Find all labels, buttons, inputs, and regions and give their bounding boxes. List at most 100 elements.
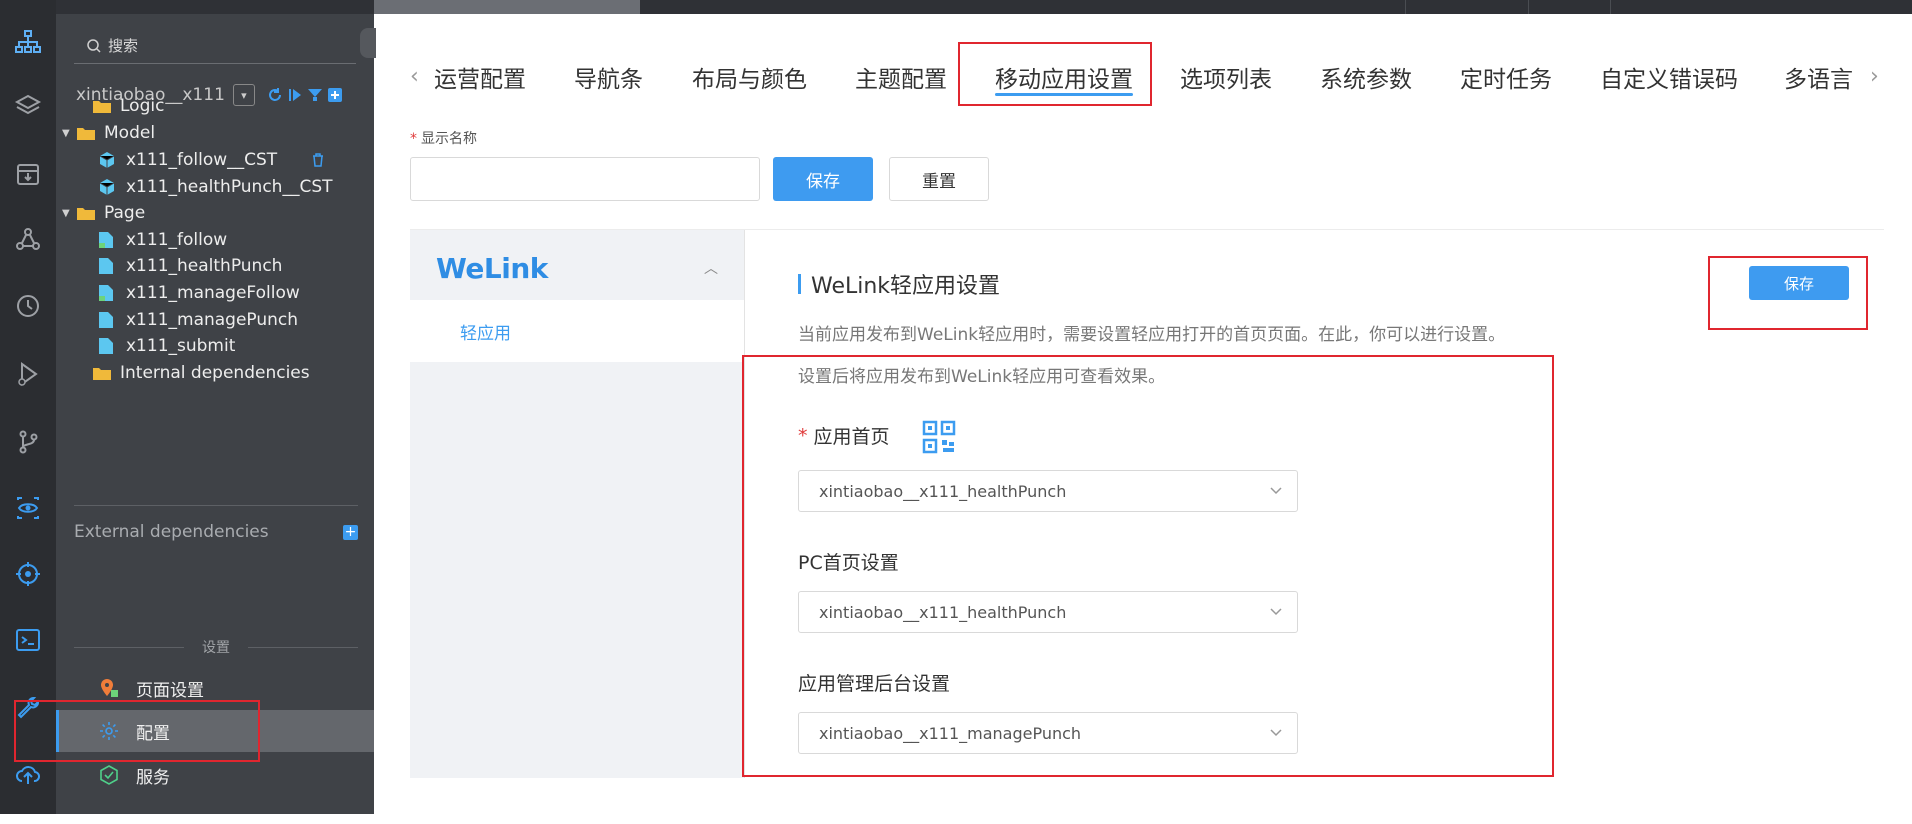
branch-icon[interactable] — [12, 426, 44, 458]
search-input[interactable]: 搜索 — [74, 28, 356, 64]
add-icon[interactable] — [327, 87, 343, 103]
description-line-1: 当前应用发布到WeLink轻应用时，需要设置轻应用打开的首页页面。在此，你可以进… — [798, 325, 1506, 345]
panel-divider — [744, 230, 745, 778]
menu-label: 配置 — [136, 723, 170, 744]
tree-folder-internal-deps[interactable]: Internal dependencies — [78, 359, 310, 387]
tab-navbar[interactable]: 导航条 — [574, 60, 643, 94]
filter-icon[interactable] — [307, 87, 323, 103]
select-value: xintiaobao__x111_managePunch — [819, 723, 1082, 743]
service-hex-icon — [98, 764, 120, 786]
welink-group-header[interactable]: WeLink ︿ — [410, 230, 744, 300]
home-page-select[interactable]: xintiaobao__x111_healthPunch — [798, 470, 1298, 512]
cube-icon — [98, 150, 120, 170]
structure-icon[interactable] — [12, 26, 44, 58]
tab-system-params[interactable]: 系统参数 — [1320, 60, 1412, 94]
page-file-icon — [98, 256, 120, 276]
tree-folder-logic[interactable]: Logic — [78, 92, 164, 120]
top-strip-divider — [1405, 0, 1406, 14]
display-name-input[interactable] — [410, 157, 760, 201]
caret-down-icon[interactable]: ▼ — [62, 208, 76, 219]
menu-page-settings[interactable]: 页面设置 — [56, 667, 374, 709]
search-icon — [87, 38, 101, 53]
refresh-icon[interactable] — [267, 87, 283, 103]
description-line-2: 设置后将应用发布到WeLink轻应用可查看效果。 — [798, 367, 1166, 387]
run-icon[interactable] — [287, 87, 303, 103]
tree-model-follow[interactable]: x111_follow__CST — [98, 146, 325, 174]
add-dependency-icon[interactable]: + — [343, 524, 358, 540]
tree-page-managepunch[interactable]: x111_managePunch — [98, 306, 298, 334]
caret-down-icon[interactable]: ▼ — [62, 128, 76, 139]
tab-option-list[interactable]: 选项列表 — [1180, 60, 1272, 94]
icon-rail — [0, 0, 56, 814]
chevron-down-icon — [1270, 487, 1282, 495]
layers-icon[interactable] — [12, 90, 44, 122]
wrench-icon[interactable] — [12, 692, 44, 724]
tree-page-healthpunch[interactable]: x111_healthPunch — [98, 252, 282, 280]
menu-service[interactable]: 服务 — [56, 754, 374, 796]
platform-nav-panel: WeLink ︿ 轻应用 — [410, 230, 744, 778]
search-placeholder: 搜索 — [108, 37, 139, 55]
tree-model-healthpunch[interactable]: x111_healthPunch__CST — [98, 173, 333, 201]
project-sidebar: 搜索 xintiaobao__x111 ▾ Logic ▼ Model x111… — [56, 14, 376, 814]
settings-section-header: 设置 — [74, 637, 358, 657]
admin-backend-select[interactable]: xintiaobao__x111_managePunch — [798, 712, 1298, 754]
chevron-up-icon[interactable]: ︿ — [704, 258, 718, 278]
pc-home-select[interactable]: xintiaobao__x111_healthPunch — [798, 591, 1298, 633]
debug-run-icon[interactable] — [12, 358, 44, 390]
select-value: xintiaobao__x111_healthPunch — [819, 481, 1067, 501]
nav-item-light-app[interactable]: 轻应用 — [410, 300, 744, 362]
tab-custom-error-codes[interactable]: 自定义错误码 — [1600, 60, 1738, 94]
tab-multilanguage[interactable]: 多语言 — [1784, 60, 1853, 94]
tabs-scroll-right-icon[interactable]: › — [1870, 64, 1879, 89]
trash-icon[interactable] — [311, 153, 325, 167]
terminal-icon[interactable] — [12, 624, 44, 656]
cloud-upload-icon[interactable] — [12, 758, 44, 790]
top-strip-divider — [1528, 0, 1529, 14]
tab-mobile-app-settings[interactable]: 移动应用设置 — [995, 60, 1133, 94]
top-strip — [0, 0, 1912, 14]
tab-theme-config[interactable]: 主题配置 — [855, 60, 947, 94]
target-icon[interactable] — [12, 558, 44, 590]
tab-layout-color[interactable]: 布局与颜色 — [692, 60, 807, 94]
tree-label: x111_healthPunch__CST — [126, 177, 333, 197]
tree-label: Logic — [120, 96, 165, 116]
select-value: xintiaobao__x111_healthPunch — [819, 602, 1067, 622]
tab-operation-config[interactable]: 运营配置 — [434, 60, 526, 94]
reset-button[interactable]: 重置 — [889, 157, 989, 201]
admin-backend-label: 应用管理后台设置 — [798, 673, 951, 695]
tree-label: x111_managePunch — [126, 310, 299, 330]
nodes-icon[interactable] — [12, 224, 44, 256]
tree-page-follow[interactable]: x111_follow — [98, 226, 227, 254]
active-tab-indicator — [995, 93, 1133, 96]
tree-label: Internal dependencies — [120, 363, 310, 383]
top-strip-divider — [1610, 0, 1611, 14]
location-pin-icon — [98, 677, 120, 699]
collapse-sidebar-handle[interactable] — [360, 28, 376, 58]
tab-scheduled-tasks[interactable]: 定时任务 — [1460, 60, 1552, 94]
tree-label: x111_manageFollow — [126, 283, 300, 303]
tabs-scroll-left-icon[interactable]: ‹ — [410, 64, 419, 89]
tree-page-submit[interactable]: x111_submit — [98, 332, 235, 360]
pc-home-label: PC首页设置 — [798, 552, 899, 574]
tree-folder-page[interactable]: ▼ Page — [62, 199, 145, 227]
external-dependencies[interactable]: External dependencies + — [74, 522, 358, 542]
preview-eye-icon[interactable] — [12, 492, 44, 524]
page-file-icon — [98, 283, 120, 303]
tree-label: x111_follow — [126, 230, 228, 250]
tree-label: x111_submit — [126, 336, 236, 356]
menu-config[interactable]: 配置 — [56, 710, 374, 752]
qr-code-icon[interactable] — [922, 420, 956, 454]
tree-page-managefollow[interactable]: x111_manageFollow — [98, 279, 300, 307]
tree-label: x111_follow__CST — [126, 150, 278, 170]
page-file-icon — [98, 336, 120, 356]
download-box-icon[interactable] — [12, 158, 44, 190]
gear-icon — [98, 720, 120, 742]
welink-logo: WeLink — [436, 252, 548, 285]
save-welink-settings-button[interactable]: 保存 — [1749, 266, 1849, 300]
external-dependencies-label: External dependencies — [74, 522, 269, 542]
save-display-name-button[interactable]: 保存 — [773, 157, 873, 201]
folder-icon — [92, 96, 114, 116]
tree-folder-model[interactable]: ▼ Model — [62, 119, 155, 147]
history-icon[interactable] — [12, 290, 44, 322]
chevron-down-icon[interactable]: ▾ — [232, 84, 255, 106]
